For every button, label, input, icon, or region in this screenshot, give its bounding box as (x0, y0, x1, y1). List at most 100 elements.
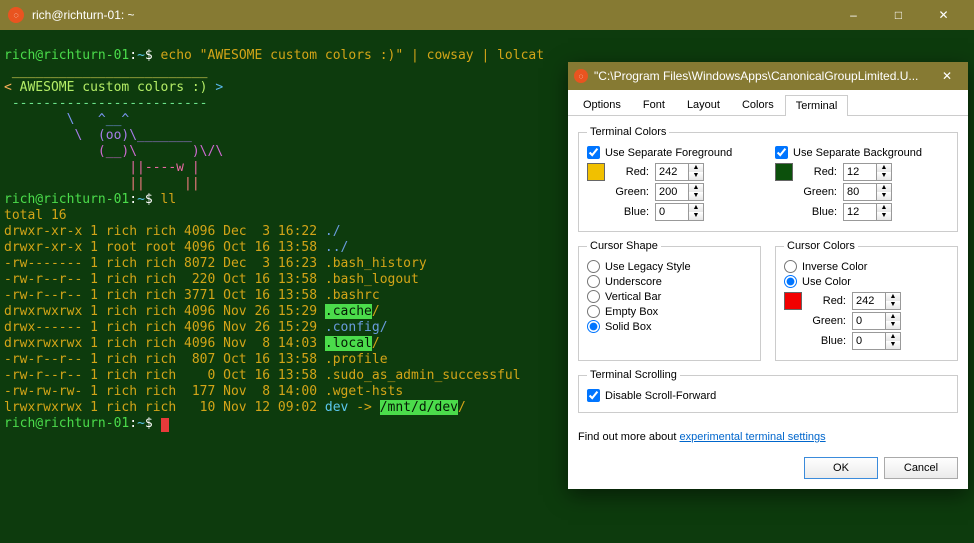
cowsay-art-3: (__)\ )\/\ (4, 144, 223, 159)
ubuntu-icon: ◌ (574, 69, 588, 83)
use-separate-foreground-checkbox[interactable] (587, 146, 600, 159)
ok-button[interactable]: OK (804, 457, 878, 479)
spinner-up-icon[interactable]: ▲ (877, 204, 891, 212)
ls-filename: .wget-hsts (325, 384, 403, 399)
ls-filename: .bash_logout (325, 272, 419, 287)
spinner-up-icon[interactable]: ▲ (886, 313, 900, 321)
dialog-titlebar[interactable]: ◌ "C:\Program Files\WindowsApps\Canonica… (568, 62, 968, 90)
prompt-user-host: rich@richturn-01 (4, 416, 129, 431)
prompt-path: ~ (137, 48, 145, 63)
ls-row-pre: lrwxrwxrwx 1 rich rich 10 Nov 12 09:02 (4, 400, 325, 415)
cursor-shape-underscore-radio[interactable] (587, 275, 600, 288)
ls-row-pre: -rw-r--r-- 1 rich rich 807 Oct 16 13:58 (4, 352, 325, 367)
foreground-swatch (587, 163, 605, 181)
dialog-tabs: Options Font Layout Colors Terminal (568, 90, 968, 116)
use-separate-background-checkbox[interactable] (775, 146, 788, 159)
disable-scroll-forward-checkbox[interactable] (587, 389, 600, 402)
cursor-swatch (784, 292, 802, 310)
spinner-down-icon[interactable]: ▼ (689, 192, 703, 200)
spinner-up-icon[interactable]: ▲ (689, 204, 703, 212)
titlebar: ◌ rich@richturn-01: ~ – □ ✕ (0, 0, 974, 30)
spinner-down-icon[interactable]: ▼ (877, 192, 891, 200)
spinner-down-icon[interactable]: ▼ (886, 341, 900, 349)
background-swatch (775, 163, 793, 181)
cursor-color-use-radio[interactable] (784, 275, 797, 288)
ls-filename: ./ (325, 224, 341, 239)
ls-row-pre: -rw-r--r-- 1 rich rich 0 Oct 16 13:58 (4, 368, 325, 383)
spinner-down-icon[interactable]: ▼ (886, 301, 900, 309)
tab-terminal[interactable]: Terminal (785, 95, 849, 116)
experimental-settings-link[interactable]: experimental terminal settings (680, 431, 826, 443)
bg-blue-input[interactable] (843, 203, 877, 221)
spinner-up-icon[interactable]: ▲ (886, 293, 900, 301)
tab-layout[interactable]: Layout (676, 94, 731, 115)
fg-blue-input[interactable] (655, 203, 689, 221)
cowsay-art-5: || || (4, 176, 200, 191)
ls-total: total 16 (4, 208, 67, 223)
terminal-cursor (161, 418, 169, 432)
cancel-button[interactable]: Cancel (884, 457, 958, 479)
tab-font[interactable]: Font (632, 94, 676, 115)
cowsay-art-4: ||----w | (4, 160, 200, 175)
bg-red-input[interactable] (843, 163, 877, 181)
ls-row-pre: drwxr-xr-x 1 root root 4096 Oct 16 13:58 (4, 240, 325, 255)
spinner-up-icon[interactable]: ▲ (886, 333, 900, 341)
close-button[interactable]: ✕ (921, 0, 966, 30)
tab-colors[interactable]: Colors (731, 94, 785, 115)
window-title: rich@richturn-01: ~ (32, 8, 831, 22)
tab-options[interactable]: Options (572, 94, 632, 115)
spinner-up-icon[interactable]: ▲ (877, 164, 891, 172)
spinner-down-icon[interactable]: ▼ (877, 212, 891, 220)
cursor-color-inverse-radio[interactable] (784, 260, 797, 273)
cursor-shape-solid-box-radio[interactable] (587, 320, 600, 333)
spinner-up-icon[interactable]: ▲ (689, 164, 703, 172)
command-2: ll (161, 192, 177, 207)
find-out-more-text: Find out more about (578, 431, 680, 443)
ls-row-pre: -rw------- 1 rich rich 8072 Dec 3 16:23 (4, 256, 325, 271)
dialog-title: "C:\Program Files\WindowsApps\CanonicalG… (594, 69, 932, 83)
ls-row-pre: -rw-r--r-- 1 rich rich 3771 Oct 16 13:58 (4, 288, 325, 303)
cursor-shape-empty-box-radio[interactable] (587, 305, 600, 318)
group-terminal-scrolling: Terminal Scrolling Disable Scroll-Forwar… (578, 369, 958, 413)
spinner-up-icon[interactable]: ▲ (877, 184, 891, 192)
cursor-shape-legacy-radio[interactable] (587, 260, 600, 273)
cursor-red-input[interactable] (852, 292, 886, 310)
ls-filename: ../ (325, 240, 348, 255)
ls-row-pre: drwxrwxrwx 1 rich rich 4096 Nov 26 15:29 (4, 304, 325, 319)
ls-filename: .config/ (325, 320, 388, 335)
cursor-shape-vertical-bar-radio[interactable] (587, 290, 600, 303)
ls-filename: .profile (325, 352, 388, 367)
maximize-button[interactable]: □ (876, 0, 921, 30)
ls-row-pre: -rw-rw-rw- 1 rich rich 177 Nov 8 14:00 (4, 384, 325, 399)
ls-row-pre: -rw-r--r-- 1 rich rich 220 Oct 16 13:58 (4, 272, 325, 287)
properties-dialog: ◌ "C:\Program Files\WindowsApps\Canonica… (568, 62, 968, 489)
spinner-down-icon[interactable]: ▼ (689, 212, 703, 220)
spinner-up-icon[interactable]: ▲ (689, 184, 703, 192)
ls-filename: .bash_history (325, 256, 427, 271)
minimize-button[interactable]: – (831, 0, 876, 30)
dialog-close-button[interactable]: ✕ (932, 62, 962, 90)
cursor-green-input[interactable] (852, 312, 886, 330)
ubuntu-icon: ◌ (8, 7, 24, 23)
fg-green-input[interactable] (655, 183, 689, 201)
ls-row-pre: drwxr-xr-x 1 rich rich 4096 Dec 3 16:22 (4, 224, 325, 239)
spinner-down-icon[interactable]: ▼ (689, 172, 703, 180)
prompt-user-host: rich@richturn-01 (4, 192, 129, 207)
prompt-user-host: rich@richturn-01 (4, 48, 129, 63)
ls-row-pre: drwxrwxrwx 1 rich rich 4096 Nov 8 14:03 (4, 336, 325, 351)
cowsay-message: AWESOME custom colors :) (12, 80, 216, 95)
ls-filename: .cache (325, 304, 372, 319)
cowsay-art-2: \ (oo)\_______ (4, 128, 192, 143)
ls-symlink-name: dev (325, 400, 348, 415)
group-terminal-colors: Terminal Colors Use Separate Foreground … (578, 126, 958, 232)
cursor-blue-input[interactable] (852, 332, 886, 350)
command-1: echo "AWESOME custom colors :)" | cowsay… (161, 48, 545, 63)
group-cursor-colors: Cursor Colors Inverse Color Use Color Re… (775, 240, 958, 361)
bg-green-input[interactable] (843, 183, 877, 201)
ls-symlink-target: /mnt/d/dev (380, 400, 458, 415)
spinner-down-icon[interactable]: ▼ (877, 172, 891, 180)
fg-red-input[interactable] (655, 163, 689, 181)
cowsay-art-1: \ ^__^ (4, 112, 129, 127)
ls-filename: .bashrc (325, 288, 380, 303)
spinner-down-icon[interactable]: ▼ (886, 321, 900, 329)
